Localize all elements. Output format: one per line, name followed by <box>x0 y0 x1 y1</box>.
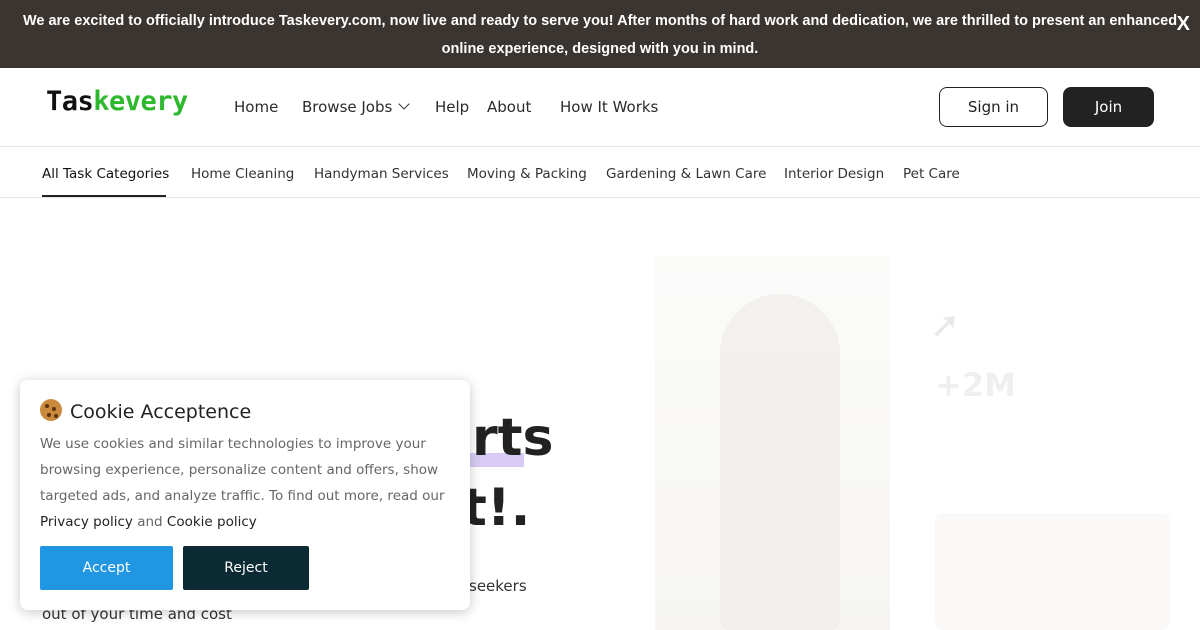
category-bar: All Task Categories Home Cleaning Handym… <box>0 147 1200 198</box>
category-handyman[interactable]: Handyman Services <box>314 165 449 183</box>
sign-in-button[interactable]: Sign in <box>939 87 1048 127</box>
cookie-and: and <box>137 514 163 530</box>
cookie-body: We use cookies and similar technologies … <box>40 436 445 504</box>
join-button[interactable]: Join <box>1063 87 1154 127</box>
nav-browse-jobs-label: Browse Jobs <box>302 98 393 116</box>
category-home-cleaning[interactable]: Home Cleaning <box>191 165 294 183</box>
cookie-icon <box>40 399 62 421</box>
announcement-bar: We are excited to officially introduce T… <box>0 0 1200 68</box>
category-moving-packing[interactable]: Moving & Packing <box>467 165 587 183</box>
category-gardening[interactable]: Gardening & Lawn Care <box>606 165 766 183</box>
site-header: Taskevery Home Browse Jobs Help About Ho… <box>0 68 1200 147</box>
close-announcement-button[interactable]: X <box>1177 12 1190 36</box>
nav-how-it-works[interactable]: How It Works <box>560 97 658 117</box>
category-all[interactable]: All Task Categories <box>42 165 169 183</box>
rocket-icon: ➚ <box>930 305 961 346</box>
logo-text-green: kevery <box>93 86 188 117</box>
logo[interactable]: Taskevery <box>46 86 188 117</box>
reject-button[interactable]: Reject <box>183 546 309 590</box>
cookie-title-text: Cookie Acceptence <box>70 401 252 423</box>
cookie-text: We use cookies and similar technologies … <box>40 431 450 535</box>
nav-help[interactable]: Help <box>435 97 469 117</box>
announcement-text: We are excited to officially introduce T… <box>22 13 1178 57</box>
nav-about[interactable]: About <box>487 97 531 117</box>
chevron-down-icon <box>398 98 410 110</box>
stat-number: +2M <box>935 366 1016 404</box>
worker-figure-image <box>720 294 840 630</box>
accept-button[interactable]: Accept <box>40 546 173 590</box>
privacy-policy-link[interactable]: Privacy policy <box>40 514 133 530</box>
nav-browse-jobs[interactable]: Browse Jobs <box>302 97 410 117</box>
cookie-policy-link[interactable]: Cookie policy <box>167 514 257 530</box>
active-category-underline <box>42 195 166 197</box>
secondary-hero-image <box>935 513 1170 630</box>
category-interior-design[interactable]: Interior Design <box>784 165 884 183</box>
nav-home[interactable]: Home <box>234 97 278 117</box>
category-pet-care[interactable]: Pet Care <box>903 165 960 183</box>
cookie-dialog: Cookie Acceptence We use cookies and sim… <box>20 380 470 610</box>
cookie-title: Cookie Acceptence <box>40 399 251 424</box>
logo-text-dark: Tas <box>46 86 94 117</box>
